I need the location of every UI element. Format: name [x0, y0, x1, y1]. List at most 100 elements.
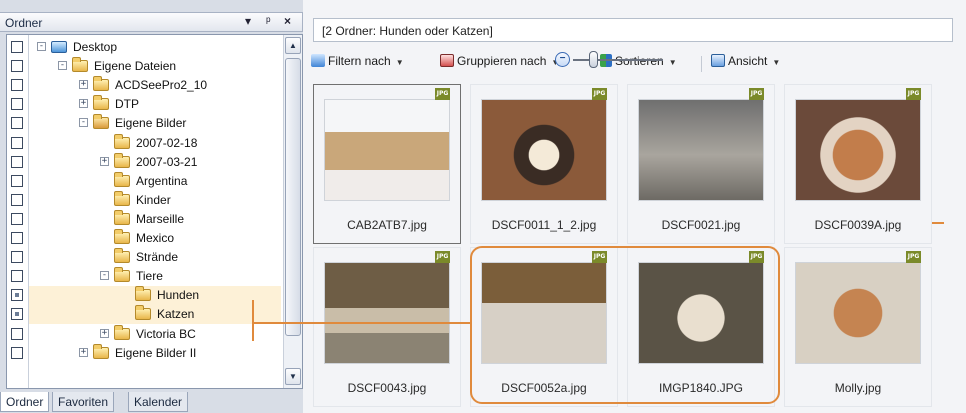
tree-item-label: Argentina	[136, 173, 188, 188]
scroll-up-button[interactable]: ▲	[285, 37, 301, 54]
scroll-thumb[interactable]	[285, 58, 301, 336]
tab-kalender[interactable]: Kalender	[128, 392, 189, 412]
folder-checkbox[interactable]	[11, 308, 23, 321]
tree-item-label: Victoria BC	[136, 326, 196, 341]
expand-icon[interactable]: +	[79, 80, 88, 90]
tree-item[interactable]: Mexico	[29, 229, 281, 248]
folder-checkbox[interactable]	[11, 270, 23, 283]
pin-icon[interactable]: ᵖ	[266, 14, 271, 28]
tree-item[interactable]: + Victoria BC	[29, 324, 281, 344]
collapse-icon[interactable]: -	[37, 42, 46, 51]
tree-item[interactable]: Katzen	[29, 305, 281, 325]
folder-checkbox[interactable]	[11, 155, 23, 168]
group-button[interactable]: Gruppieren nach▼	[440, 54, 559, 72]
folder-icon	[93, 95, 109, 111]
tree-item[interactable]: + Eigene Bilder II	[29, 343, 281, 363]
folder-icon	[114, 152, 130, 168]
tree-scrollbar[interactable]: ▲ ▼	[283, 35, 302, 388]
folder-checkbox[interactable]	[11, 251, 23, 264]
thumbnail[interactable]: JPG Molly.jpg	[784, 247, 932, 407]
tree-item[interactable]: Kinder	[29, 190, 281, 210]
toolbar: Filtern nach ▼ Gruppieren nach▼ Sortieren…	[303, 48, 966, 74]
thumbnail-filename: CAB2ATB7.jpg	[347, 218, 427, 232]
filter-button[interactable]: Filtern nach ▼	[311, 54, 404, 72]
path-bar[interactable]: [2 Ordner: Hunden oder Katzen]	[313, 18, 953, 42]
collapse-icon[interactable]: -	[79, 118, 88, 128]
jpg-badge-icon: JPG	[749, 88, 764, 100]
thumbnail-filename: DSCF0011_1_2.jpg	[491, 218, 597, 232]
folder-checkbox[interactable]	[11, 41, 23, 53]
view-button[interactable]: Ansicht ▼	[711, 54, 780, 72]
sort-button[interactable]: Sortieren ▼	[600, 54, 677, 72]
tab-favoriten[interactable]: Favoriten	[52, 392, 115, 412]
expand-icon[interactable]: +	[79, 347, 88, 357]
folder-checkbox[interactable]	[11, 346, 23, 359]
callout-bracket	[252, 300, 254, 341]
folder-checkbox[interactable]	[11, 117, 23, 130]
panel-tabs: Ordner Favoriten Kalender	[0, 392, 303, 413]
folder-checkbox[interactable]	[11, 79, 23, 92]
folder-checkbox[interactable]	[11, 174, 23, 187]
tree-item[interactable]: - Desktop	[29, 38, 281, 57]
thumbnail-image	[481, 99, 607, 201]
thumbnail-image	[795, 99, 921, 201]
expand-icon[interactable]: +	[79, 99, 88, 109]
zoom-slider-handle[interactable]	[589, 51, 598, 68]
folder-icon	[72, 57, 88, 73]
folder-panel-title: Ordner	[5, 16, 43, 30]
jpg-badge-icon: JPG	[592, 88, 607, 100]
chevron-down-icon: ▼	[772, 58, 781, 67]
tree-item-label: Kinder	[136, 192, 171, 207]
tree-item[interactable]: - Tiere	[29, 267, 281, 286]
jpg-badge-icon: JPG	[435, 251, 450, 263]
scroll-down-button[interactable]: ▼	[285, 368, 301, 385]
collapse-icon[interactable]: -	[58, 61, 67, 71]
tree-item[interactable]: Marseille	[29, 209, 281, 229]
folder-checkbox[interactable]	[11, 136, 23, 149]
jpg-badge-icon: JPG	[906, 251, 921, 263]
chevron-down-icon: ▼	[395, 58, 404, 67]
tree-item[interactable]: + ACDSeePro2_10	[29, 76, 281, 95]
thumbnail[interactable]: JPG CAB2ATB7.jpg	[313, 84, 461, 244]
thumbnail-image	[324, 99, 450, 201]
folder-checkbox[interactable]	[11, 289, 23, 302]
tree-item[interactable]: Argentina	[29, 171, 281, 191]
close-icon[interactable]: ×	[284, 14, 291, 28]
view-icon	[711, 54, 725, 67]
folder-checkbox[interactable]	[11, 327, 23, 340]
thumbnail[interactable]: JPG DSCF0039A.jpg	[784, 84, 932, 244]
thumbnail[interactable]: JPG DSCF0011_1_2.jpg	[470, 84, 618, 244]
thumbnail-filename: DSCF0039A.jpg	[814, 218, 902, 232]
tree-item-label: Eigene Bilder	[115, 116, 187, 131]
panel-menu-icon[interactable]: ▾	[245, 14, 251, 28]
tree-item[interactable]: - Eigene Dateien	[29, 57, 281, 76]
expand-icon[interactable]: +	[100, 156, 109, 166]
thumbnail[interactable]: JPG DSCF0021.jpg	[627, 84, 775, 244]
tree-item[interactable]: + DTP	[29, 95, 281, 114]
expand-icon[interactable]: +	[100, 328, 109, 338]
thumbnail[interactable]: JPG DSCF0043.jpg	[313, 247, 461, 407]
folder-checkbox[interactable]	[11, 98, 23, 111]
tab-ordner[interactable]: Ordner	[0, 392, 50, 412]
tree-item-label: Tiere	[136, 269, 163, 284]
tree-item[interactable]: +2007-03-21	[29, 152, 281, 172]
folder-checkbox[interactable]	[11, 193, 23, 206]
tree-item[interactable]: Strände	[29, 248, 281, 267]
folder-icon	[114, 209, 130, 225]
folder-checkbox[interactable]	[11, 232, 23, 244]
folder-icon	[114, 324, 130, 340]
tree-item[interactable]: Hunden	[29, 286, 281, 306]
thumbnail-filename: Molly.jpg	[834, 381, 882, 395]
callout-marker	[932, 222, 944, 224]
tree-item[interactable]: 2007-02-18	[29, 133, 281, 153]
folder-icon	[93, 343, 109, 359]
folder-icon	[114, 229, 130, 244]
zoom-out-button[interactable]: −	[555, 52, 570, 67]
folder-checkbox[interactable]	[11, 212, 23, 225]
zoom-slider-track[interactable]	[573, 59, 663, 61]
folder-checkbox[interactable]	[11, 60, 23, 73]
thumbnail-filename: DSCF0043.jpg	[347, 381, 427, 395]
filter-label: Filtern nach	[328, 54, 391, 68]
tree-item[interactable]: - Eigene Bilder	[29, 114, 281, 133]
collapse-icon[interactable]: -	[100, 271, 109, 281]
